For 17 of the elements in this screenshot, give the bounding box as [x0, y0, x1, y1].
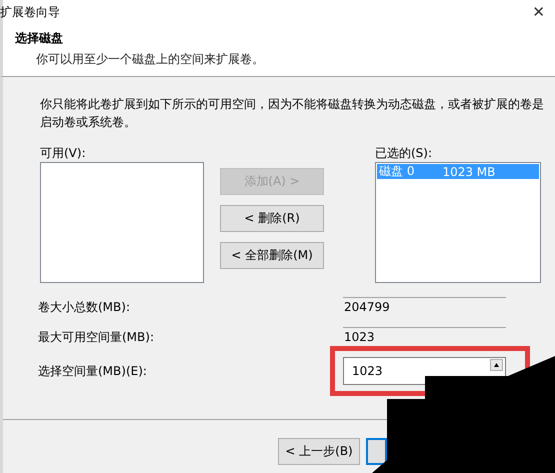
- available-list[interactable]: [40, 162, 204, 283]
- remove-button[interactable]: < 删除(R): [220, 205, 324, 232]
- available-label: 可用(V):: [40, 146, 86, 160]
- window-title: 扩展卷向导: [0, 4, 60, 20]
- page-title: 选择磁盘: [15, 30, 64, 47]
- field-label: 卷大小总数(MB):: [38, 298, 131, 316]
- page-subtitle: 你可以用至少一个磁盘上的空间来扩展卷。: [36, 51, 265, 68]
- field-label: 选择空间量(MB)(E):: [38, 362, 148, 380]
- field-label: 最大可用空间量(MB):: [38, 328, 155, 346]
- selected-label: 已选的(S):: [375, 146, 432, 160]
- back-button[interactable]: < 上一步(B): [278, 438, 360, 465]
- description-text: 你只能将此卷扩展到如下所示的可用空间，因为不能将磁盘转换为动态磁盘，或者被扩展的卷是启动卷或系统卷。: [40, 96, 545, 131]
- disk-size: 1023 MB: [442, 164, 496, 178]
- remove-all-button[interactable]: < 全部删除(M): [220, 242, 324, 269]
- disk-name: 磁盘 0: [379, 163, 414, 180]
- dialog-button[interactable]: [366, 438, 387, 465]
- close-button[interactable]: ✕: [528, 3, 549, 21]
